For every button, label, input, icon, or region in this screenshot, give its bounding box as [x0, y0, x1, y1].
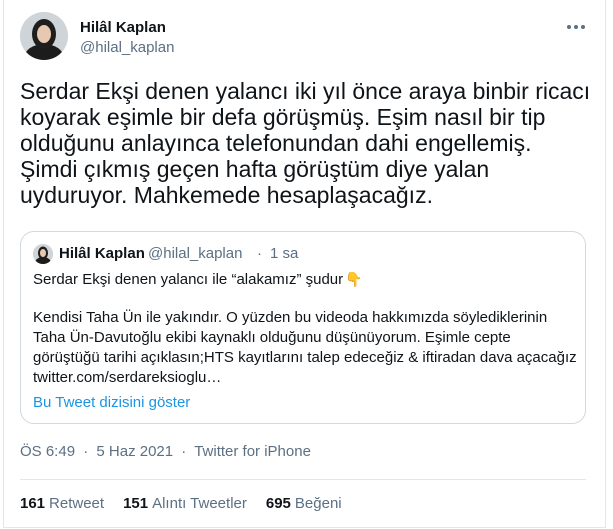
show-thread-link[interactable]: Bu Tweet dizisini göster — [33, 394, 190, 411]
likes-count: 695 — [265, 495, 291, 512]
quote-tweets-label: Alıntı Tweetler — [152, 495, 247, 512]
pointing-down-emoji-icon: 👇 — [345, 271, 363, 287]
meta-separator: · — [83, 443, 89, 460]
meta-separator: · — [181, 443, 187, 460]
retweets-label: Retweet — [49, 495, 105, 512]
retweets-count: 161 — [20, 495, 46, 512]
quote-separator: · — [257, 245, 262, 262]
author-name[interactable]: Hilâl Kaplan — [80, 19, 166, 36]
quote-avatar-image — [33, 244, 53, 264]
tweet-client[interactable]: Twitter for iPhone — [194, 443, 311, 460]
quote-author-name: Hilâl Kaplan — [59, 245, 145, 262]
divider — [20, 479, 586, 480]
more-horizontal-icon — [567, 25, 585, 29]
tweet-text: Serdar Ekşi denen yalancı iki yıl önce a… — [20, 78, 591, 208]
quote-first-line-text: Serdar Ekşi denen yalancı ile “alakamız”… — [33, 271, 344, 288]
quote-avatar — [33, 244, 53, 264]
quote-tweet-card[interactable]: Hilâl Kaplan @hilal_kaplan · 1 sa Serdar… — [20, 231, 586, 424]
avatar-image — [20, 12, 68, 60]
quote-body-text: Kendisi Taha Ün ile yakındır. O yüzden b… — [33, 309, 577, 386]
quote-tweets-stat[interactable]: 151 Alıntı Tweetler — [123, 495, 247, 512]
likes-label: Beğeni — [294, 495, 342, 512]
avatar[interactable] — [20, 12, 68, 60]
tweet-time[interactable]: ÖS 6:49 — [20, 443, 75, 460]
author-handle[interactable]: @hilal_kaplan — [80, 39, 174, 56]
engagement-stats: 161 Retweet 151 Alıntı Tweetler 695 Beğeni — [20, 495, 361, 512]
quote-tweets-count: 151 — [123, 495, 149, 512]
quote-author-handle: @hilal_kaplan — [148, 245, 243, 262]
more-button[interactable] — [563, 17, 589, 37]
tweet-metadata: ÖS 6:49 · 5 Haz 2021 · Twitter for iPhon… — [20, 443, 311, 460]
likes-stat[interactable]: 695 Beğeni — [266, 495, 342, 512]
tweet-date[interactable]: 5 Haz 2021 — [96, 443, 173, 460]
quote-timestamp: 1 sa — [270, 245, 299, 262]
quote-first-line: Serdar Ekşi denen yalancı ile “alakamız”… — [33, 271, 363, 288]
retweets-stat[interactable]: 161 Retweet — [20, 495, 104, 512]
